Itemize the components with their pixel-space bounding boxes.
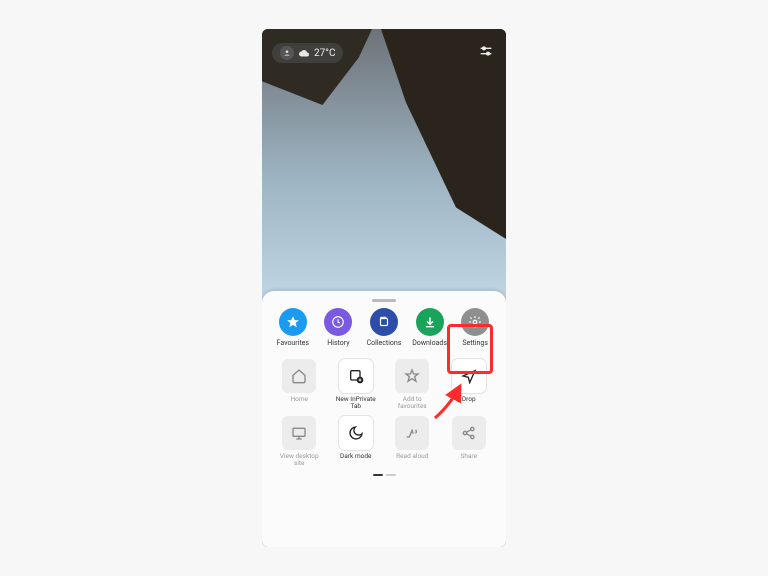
actions-grid: Home New InPrivate Tab Add to favourites… (270, 355, 498, 470)
read-aloud-tile[interactable]: Read aloud (387, 416, 438, 467)
share-icon (452, 416, 486, 450)
inprivate-icon (339, 359, 373, 393)
temperature-label: 27°C (314, 48, 335, 59)
favourites-button[interactable]: Favourites (272, 308, 314, 347)
moon-icon (339, 416, 373, 450)
phone-frame: 27°C A sacred sanctuary Ask me anything… (262, 29, 506, 547)
collections-button[interactable]: Collections (363, 308, 405, 347)
star-add-icon (395, 359, 429, 393)
desktop-icon (282, 416, 316, 450)
send-icon (452, 359, 486, 393)
drop-tile[interactable]: Drop (444, 359, 495, 410)
download-icon (416, 308, 444, 336)
page-indicator[interactable] (270, 474, 498, 476)
weather-pill[interactable]: 27°C (272, 43, 343, 63)
wallpaper: 27°C A sacred sanctuary Ask me anything… (262, 29, 506, 547)
history-icon (324, 308, 352, 336)
home-tile[interactable]: Home (274, 359, 325, 410)
dark-mode-tile[interactable]: Dark mode (331, 416, 382, 467)
read-aloud-icon (395, 416, 429, 450)
profile-avatar-icon[interactable] (280, 46, 294, 60)
downloads-button[interactable]: Downloads (409, 308, 451, 347)
customize-icon[interactable] (478, 43, 494, 59)
wallpaper-decoration (381, 29, 506, 239)
add-to-favourites-tile[interactable]: Add to favourites (387, 359, 438, 410)
gear-icon (461, 308, 489, 336)
new-inprivate-tab-tile[interactable]: New InPrivate Tab (331, 359, 382, 410)
settings-button[interactable]: Settings (454, 308, 496, 347)
drag-handle[interactable] (372, 299, 396, 302)
history-button[interactable]: History (317, 308, 359, 347)
home-icon (282, 359, 316, 393)
bottom-sheet-menu: Favourites History Collections Downloads… (262, 291, 506, 547)
cloud-icon (298, 48, 310, 58)
quick-actions-row: Favourites History Collections Downloads… (270, 308, 498, 347)
share-tile[interactable]: Share (444, 416, 495, 467)
collections-icon (370, 308, 398, 336)
view-desktop-site-tile[interactable]: View desktop site (274, 416, 325, 467)
star-icon (279, 308, 307, 336)
